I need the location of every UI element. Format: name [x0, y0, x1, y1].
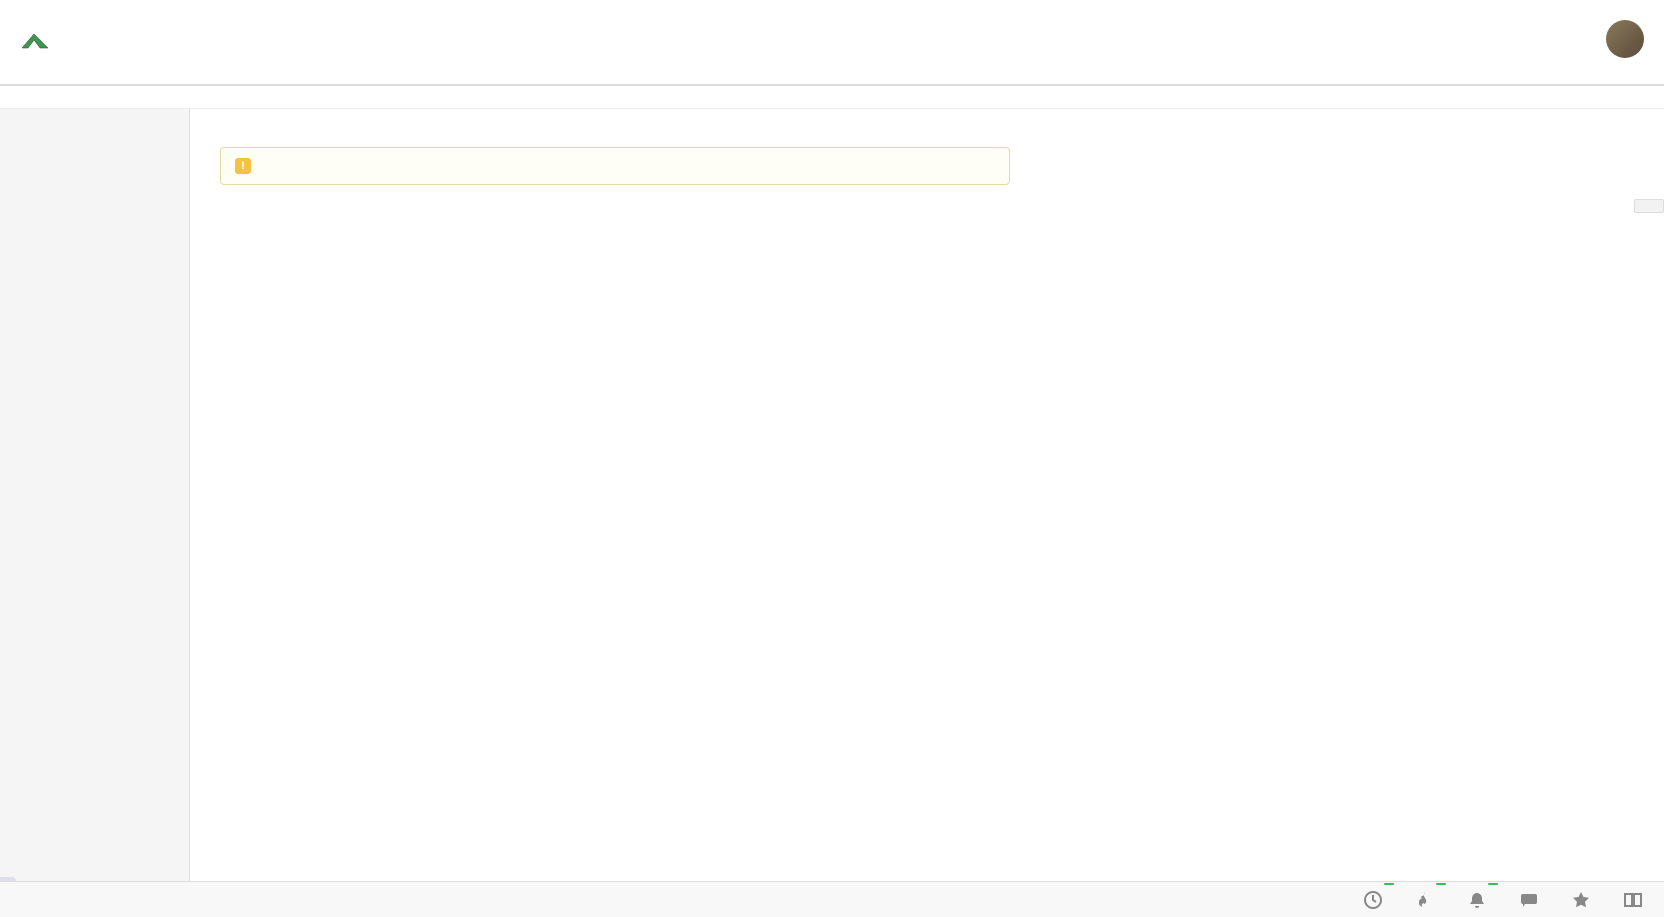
fire-badge — [1436, 883, 1446, 885]
star-icon[interactable] — [1570, 889, 1592, 911]
sub-nav — [0, 86, 1664, 109]
warning-icon: ! — [235, 158, 251, 174]
bell-badge — [1488, 883, 1498, 885]
add-scheme-button[interactable] — [1634, 199, 1664, 213]
clock-badge — [1384, 883, 1394, 885]
notice-banner: ! — [220, 147, 1010, 185]
main-area: ! — [0, 109, 1664, 896]
sidebar — [0, 109, 190, 896]
bell-icon[interactable] — [1466, 889, 1488, 911]
content: ! — [190, 109, 1664, 896]
clock-icon[interactable] — [1362, 889, 1384, 911]
chat-icon[interactable] — [1518, 889, 1540, 911]
book-icon[interactable] — [1622, 889, 1644, 911]
avatar[interactable] — [1606, 20, 1644, 58]
footer-icons — [1362, 889, 1644, 911]
footer — [0, 881, 1664, 917]
fire-icon[interactable] — [1414, 889, 1436, 911]
logo[interactable] — [20, 30, 56, 52]
top-bar — [0, 0, 1664, 86]
